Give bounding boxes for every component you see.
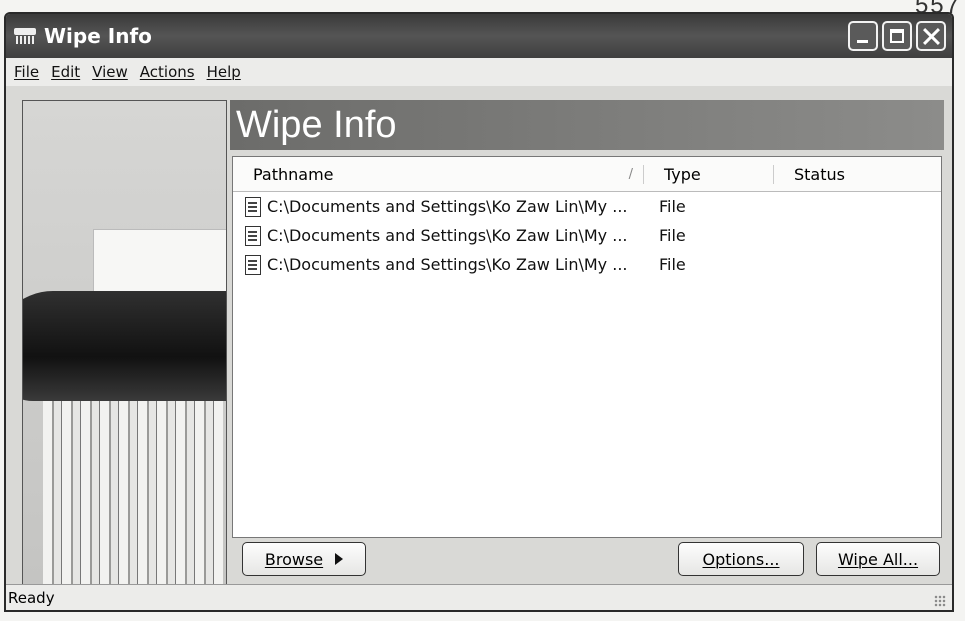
- shredder-illustration: [22, 100, 227, 586]
- status-text: Ready: [8, 588, 55, 607]
- title-bar[interactable]: Wipe Info: [6, 14, 952, 58]
- column-header-type[interactable]: Type: [643, 164, 773, 184]
- main-content: Wipe Info Pathname / Type Status C:\Docu…: [6, 86, 952, 586]
- type-cell: File: [659, 226, 686, 245]
- close-icon[interactable]: [916, 21, 946, 51]
- sort-indicator-icon: /: [628, 166, 633, 182]
- wipe-all-button[interactable]: Wipe All...: [816, 542, 940, 576]
- document-icon: [245, 254, 261, 275]
- banner-title: Wipe Info: [230, 100, 944, 150]
- browse-label: Browse: [264, 549, 324, 569]
- column-header-pathname[interactable]: Pathname /: [233, 165, 643, 184]
- list-header: Pathname / Type Status: [233, 157, 941, 192]
- shredder-body: [23, 291, 226, 401]
- right-pane: Wipe Info Pathname / Type Status C:\Docu…: [230, 100, 944, 584]
- document-icon: [245, 225, 261, 246]
- list-item[interactable]: C:\Documents and Settings\Ko Zaw Lin\My …: [233, 192, 941, 221]
- column-header-status[interactable]: Status: [773, 164, 923, 184]
- play-arrow-icon: [335, 553, 344, 565]
- minimize-icon[interactable]: [848, 21, 878, 51]
- status-bar: Ready: [6, 584, 952, 610]
- resize-grip-icon[interactable]: [934, 595, 946, 607]
- window-title: Wipe Info: [44, 24, 152, 48]
- document-icon: [245, 196, 261, 217]
- browse-button[interactable]: Browse: [242, 542, 366, 576]
- menu-bar: File Edit View Actions Help: [6, 58, 952, 86]
- shredded-strips: [43, 401, 223, 585]
- pathname-header-label: Pathname: [253, 164, 334, 184]
- path-text: C:\Documents and Settings\Ko Zaw Lin\My …: [267, 226, 628, 245]
- wipe-info-window: Wipe Info File Edit View Actions Help Wi…: [4, 12, 954, 612]
- shredder-icon: [14, 28, 36, 44]
- menu-edit[interactable]: Edit: [47, 63, 88, 81]
- list-item[interactable]: C:\Documents and Settings\Ko Zaw Lin\My …: [233, 221, 941, 250]
- maximize-icon[interactable]: [882, 21, 912, 51]
- list-item[interactable]: C:\Documents and Settings\Ko Zaw Lin\My …: [233, 250, 941, 279]
- type-cell: File: [659, 255, 686, 274]
- options-button[interactable]: Options...: [678, 542, 804, 576]
- path-cell: C:\Documents and Settings\Ko Zaw Lin\My …: [233, 196, 655, 217]
- menu-file[interactable]: File: [10, 63, 47, 81]
- menu-help[interactable]: Help: [203, 63, 249, 81]
- menu-view[interactable]: View: [88, 63, 136, 81]
- path-cell: C:\Documents and Settings\Ko Zaw Lin\My …: [233, 225, 655, 246]
- type-cell: File: [659, 197, 686, 216]
- file-list[interactable]: Pathname / Type Status C:\Documents and …: [232, 156, 942, 538]
- menu-actions[interactable]: Actions: [136, 63, 203, 81]
- path-cell: C:\Documents and Settings\Ko Zaw Lin\My …: [233, 254, 655, 275]
- window-controls: [848, 21, 946, 51]
- path-text: C:\Documents and Settings\Ko Zaw Lin\My …: [267, 197, 628, 216]
- path-text: C:\Documents and Settings\Ko Zaw Lin\My …: [267, 255, 628, 274]
